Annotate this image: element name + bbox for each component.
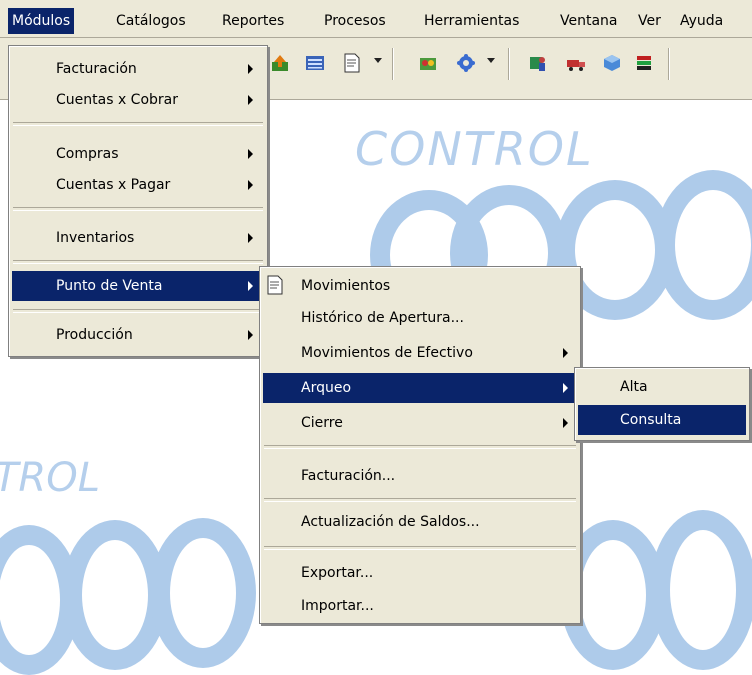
table-icon[interactable] (305, 53, 325, 73)
menu-ver[interactable]: Ver (634, 8, 665, 34)
menu-item-label: Cierre (301, 415, 343, 431)
dropdown-arrow-icon[interactable] (374, 58, 382, 63)
menu-item-compras[interactable]: Compras (12, 139, 264, 169)
menu-item-punto-venta[interactable]: Punto de Venta (12, 271, 264, 301)
submenu-arrow-icon (248, 180, 253, 190)
submenu-arrow-icon (248, 233, 253, 243)
document-icon (265, 275, 285, 295)
menu-separator (13, 207, 263, 211)
menu-ayuda[interactable]: Ayuda (676, 8, 727, 34)
submenu-arrow-icon (248, 330, 253, 340)
menu-item-label: Cuentas x Cobrar (56, 92, 179, 108)
menu-item-label: Facturación (56, 61, 137, 77)
logo-ring (650, 510, 752, 670)
menu-item-label: Actualización de Saldos... (301, 514, 480, 530)
toolbar-separator (508, 48, 510, 80)
menu-item-arqueo[interactable]: Arqueo (263, 373, 577, 403)
control-logo-text: CONTROL (355, 122, 594, 176)
modulos-menu: Facturación Cuentas x Cobrar Compras Cue… (8, 45, 268, 357)
menu-item-label: Compras (56, 146, 119, 162)
menu-ventana[interactable]: Ventana (556, 8, 622, 34)
menu-item-label: Movimientos (301, 278, 391, 294)
menu-item-cierre[interactable]: Cierre (263, 408, 577, 438)
menu-procesos[interactable]: Procesos (320, 8, 390, 34)
menu-item-movimientos[interactable]: Movimientos (263, 271, 577, 301)
person-icon[interactable] (528, 53, 548, 73)
menu-separator (13, 309, 263, 313)
menu-separator (13, 260, 263, 264)
menu-item-movimientos-efectivo[interactable]: Movimientos de Efectivo (263, 338, 577, 368)
submenu-arrow-icon (563, 348, 568, 358)
menu-item-produccion[interactable]: Producción (12, 320, 264, 350)
menu-modulos[interactable]: Módulos (8, 8, 75, 34)
punto-venta-menu: Movimientos Histórico de Apertura... Mov… (259, 266, 581, 624)
menu-separator (264, 498, 576, 502)
stack-icon[interactable] (634, 53, 654, 73)
menu-herramientas[interactable]: Herramientas (420, 8, 523, 34)
arqueo-menu: Alta Consulta (574, 367, 750, 441)
control-logo-text: TROL (0, 455, 100, 501)
menu-separator (264, 445, 576, 449)
logo-ring (655, 170, 752, 320)
menu-item-consulta[interactable]: Consulta (578, 405, 746, 435)
menu-item-label: Arqueo (301, 380, 352, 396)
menu-separator (13, 122, 263, 126)
menu-item-actualizacion-saldos[interactable]: Actualización de Saldos... (263, 507, 577, 537)
submenu-arrow-icon (563, 383, 568, 393)
menu-item-label: Alta (620, 379, 648, 395)
menu-item-cuentas-pagar[interactable]: Cuentas x Pagar (12, 170, 264, 200)
logo-ring (150, 518, 256, 668)
menu-item-label: Punto de Venta (56, 278, 163, 294)
toolbar-separator (392, 48, 394, 80)
menu-item-alta[interactable]: Alta (578, 372, 746, 402)
menu-item-exportar[interactable]: Exportar... (263, 558, 577, 588)
menu-catalogos[interactable]: Catálogos (112, 8, 190, 34)
menu-item-facturacion-pv[interactable]: Facturación... (263, 461, 577, 491)
menu-item-label: Facturación... (301, 468, 396, 484)
menu-item-label: Movimientos de Efectivo (301, 345, 473, 361)
menu-item-label: Cuentas x Pagar (56, 177, 171, 193)
menu-item-importar[interactable]: Importar... (263, 591, 577, 621)
report-icon[interactable] (418, 53, 438, 73)
menu-item-label: Producción (56, 327, 133, 343)
menu-reportes[interactable]: Reportes (218, 8, 288, 34)
box-icon[interactable] (602, 53, 622, 73)
document-icon[interactable] (342, 53, 362, 73)
menu-bar: Módulos Catálogos Reportes Procesos Herr… (0, 0, 752, 38)
truck-icon[interactable] (566, 53, 586, 73)
submenu-arrow-icon (248, 149, 253, 159)
menu-item-label: Inventarios (56, 230, 135, 246)
toolbar-separator (668, 48, 670, 80)
menu-item-inventarios[interactable]: Inventarios (12, 223, 264, 253)
menu-item-label: Consulta (620, 412, 682, 428)
submenu-arrow-icon (248, 64, 253, 74)
menu-item-historico-apertura[interactable]: Histórico de Apertura... (263, 303, 577, 333)
upload-icon[interactable] (270, 53, 290, 73)
dropdown-arrow-icon[interactable] (487, 58, 495, 63)
menu-item-label: Importar... (301, 598, 374, 614)
menu-separator (264, 546, 576, 550)
menu-item-facturacion[interactable]: Facturación (12, 54, 264, 84)
submenu-arrow-icon (563, 418, 568, 428)
menu-item-cuentas-cobrar[interactable]: Cuentas x Cobrar (12, 85, 264, 115)
gear-icon[interactable] (456, 53, 476, 73)
submenu-arrow-icon (248, 281, 253, 291)
menu-item-label: Histórico de Apertura... (301, 310, 464, 326)
submenu-arrow-icon (248, 95, 253, 105)
menu-item-label: Exportar... (301, 565, 374, 581)
